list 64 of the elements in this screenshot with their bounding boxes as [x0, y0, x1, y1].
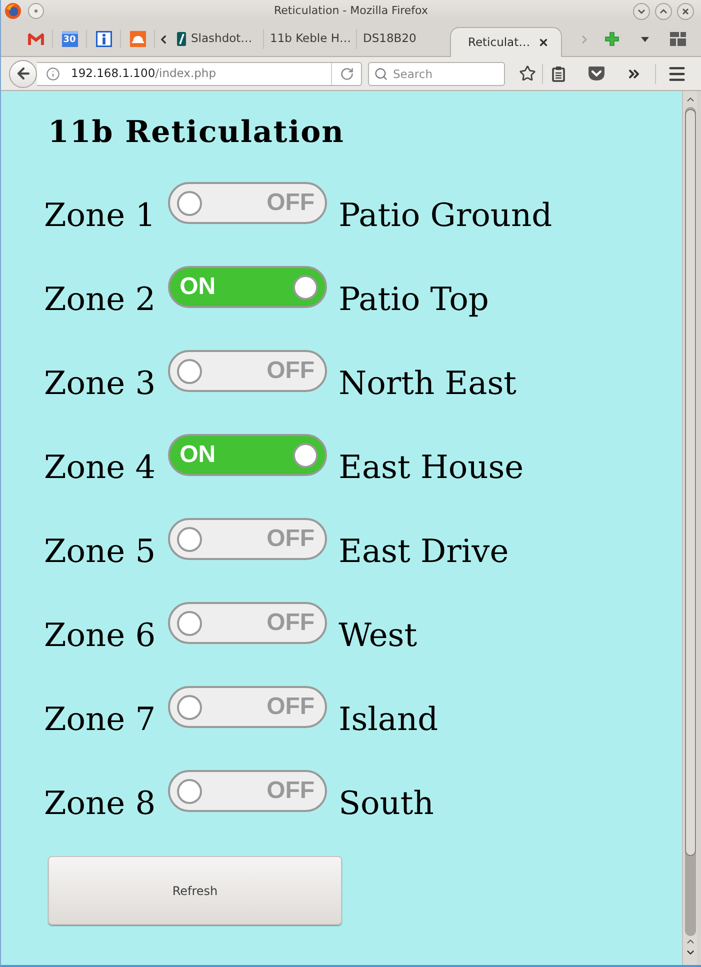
zone-label: East Drive	[338, 531, 509, 572]
toggle-knob	[292, 442, 318, 468]
zone-name: Zone 7	[44, 699, 156, 740]
back-arrow-icon	[14, 65, 32, 82]
zone-name: Zone 5	[44, 531, 156, 572]
tab[interactable]: 11b Keble H…	[264, 29, 356, 49]
zone-label: West	[338, 615, 418, 656]
toggle-switch[interactable]: ON	[168, 266, 327, 308]
calendar-icon[interactable]: 30	[62, 31, 78, 47]
zone-name: Zone 1	[44, 195, 156, 236]
bookmark-star-icon[interactable]	[518, 65, 536, 82]
window-title: Reticulation - Mozilla Firefox	[274, 2, 428, 19]
zone-label: Patio Top	[338, 279, 489, 320]
toggle-knob	[176, 610, 202, 636]
firefox-logo-icon	[5, 3, 21, 19]
toggle-switch[interactable]: OFF	[168, 182, 327, 224]
toggle-switch[interactable]: OFF	[168, 350, 327, 392]
back-button[interactable]	[9, 60, 37, 88]
address-bar[interactable]: 192.168.1.100/index.php	[37, 62, 362, 86]
toggle-knob	[292, 274, 318, 300]
toggle-switch[interactable]: OFF	[168, 686, 327, 728]
window-menu-icon[interactable]	[28, 3, 44, 19]
toggle-switch[interactable]: OFF	[168, 770, 327, 812]
zone-label: Patio Ground	[338, 195, 552, 236]
maximize-icon[interactable]	[655, 2, 672, 20]
zone-name: Zone 2	[44, 279, 156, 320]
toggle-knob	[176, 778, 202, 804]
info-icon[interactable]	[46, 66, 60, 80]
pocket-icon[interactable]	[588, 66, 604, 81]
page-heading: 11b Reticulation	[48, 115, 344, 151]
tab[interactable]: DS18B20	[357, 29, 450, 49]
scrollbar[interactable]	[682, 91, 697, 965]
tab-groups-icon[interactable]	[670, 32, 686, 46]
info-icon[interactable]	[96, 31, 112, 47]
zone-label: North East	[338, 363, 516, 404]
tab[interactable]: Slashdot…	[171, 29, 263, 49]
search-icon	[374, 66, 388, 80]
search-field[interactable]: Search	[368, 62, 505, 86]
toggle-knob	[176, 190, 202, 216]
tab[interactable]: Reticulat…	[450, 27, 562, 57]
zone-name: Zone 8	[44, 783, 156, 824]
zone-label: South	[338, 783, 434, 824]
zone-name: Zone 6	[44, 615, 156, 656]
mail-icon[interactable]	[28, 33, 44, 45]
close-icon[interactable]	[677, 2, 694, 20]
toggle-switch[interactable]: ON	[168, 434, 327, 476]
toggle-knob	[176, 358, 202, 384]
dropdown-caret-icon[interactable]	[641, 36, 649, 42]
zone-label: Island	[338, 699, 438, 740]
zone-label: East House	[338, 447, 524, 488]
url-text: 192.168.1.100/index.php	[71, 64, 216, 82]
plus-icon[interactable]	[605, 32, 619, 46]
minimize-icon[interactable]	[633, 2, 650, 20]
toggle-knob	[176, 526, 202, 552]
toggle-switch[interactable]: OFF	[168, 602, 327, 644]
zone-name: Zone 4	[44, 447, 156, 488]
close-tab-icon[interactable]	[538, 37, 549, 48]
helmet-icon[interactable]	[130, 31, 146, 47]
zone-name: Zone 3	[44, 363, 156, 404]
clipboard-icon[interactable]	[552, 66, 564, 82]
toggle-switch[interactable]: OFF	[168, 518, 327, 560]
refresh-button[interactable]: Refresh	[48, 856, 342, 925]
toggle-knob	[176, 694, 202, 720]
reload-icon[interactable]	[340, 66, 354, 80]
